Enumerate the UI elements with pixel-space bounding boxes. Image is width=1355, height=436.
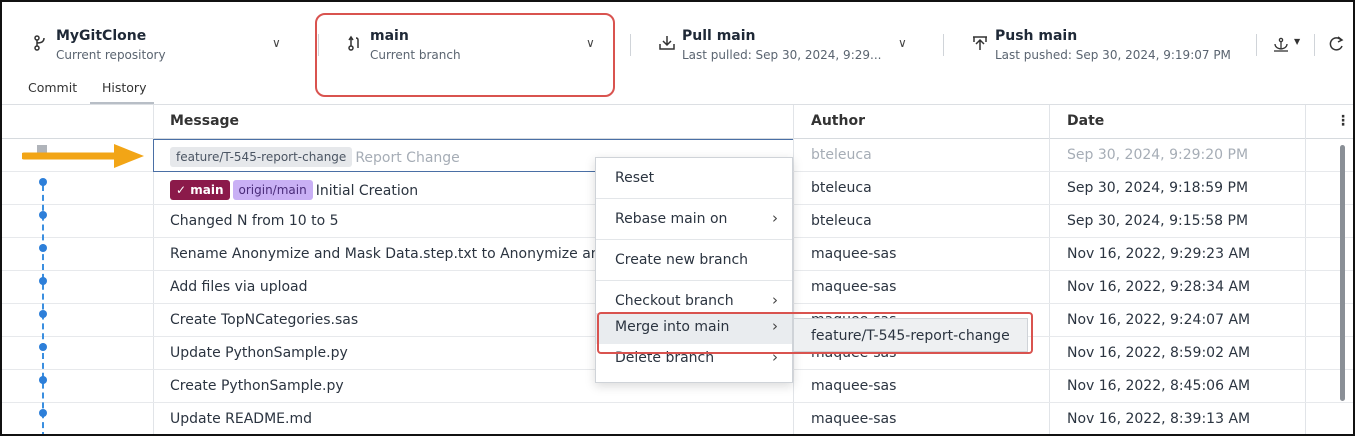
commit-author: bteleuca bbox=[811, 180, 872, 196]
arrow-annotation-icon bbox=[22, 144, 144, 168]
main-branch-tag: ✓ main bbox=[170, 180, 230, 200]
commit-message: Create PythonSample.py bbox=[170, 378, 344, 394]
tab-history[interactable]: History bbox=[102, 80, 146, 95]
commit-author: maquee-sas bbox=[811, 279, 897, 295]
graph-node bbox=[39, 376, 47, 384]
commit-author: bteleuca bbox=[811, 213, 872, 229]
commit-message: Update README.md bbox=[170, 411, 312, 427]
chevron-right-icon: › bbox=[772, 209, 778, 227]
menu-item-reset[interactable]: Reset bbox=[596, 158, 792, 198]
commit-message: Create TopNCategories.sas bbox=[170, 312, 359, 328]
commit-message: Rename Anonymize and Mask Data.step.txt … bbox=[170, 246, 600, 262]
vertical-scrollbar[interactable] bbox=[1340, 145, 1345, 401]
app-frame: MyGitClone Current repository ∨ main Cur… bbox=[0, 0, 1355, 436]
commit-message: Add files via upload bbox=[170, 279, 308, 295]
push-icon bbox=[973, 36, 987, 50]
pull-icon bbox=[659, 36, 675, 50]
commit-date: Nov 16, 2022, 8:59:02 AM bbox=[1067, 345, 1251, 361]
menu-item-create-branch[interactable]: Create new branch bbox=[596, 240, 792, 280]
menu-item-rebase[interactable]: Rebase main on › bbox=[596, 199, 792, 239]
chevron-down-icon[interactable]: ∨ bbox=[898, 36, 907, 50]
graph-node bbox=[39, 310, 47, 318]
commit-message: Update PythonSample.py bbox=[170, 345, 348, 361]
commit-date: Sep 30, 2024, 9:15:58 PM bbox=[1067, 213, 1249, 229]
graph-node bbox=[39, 211, 47, 219]
origin-branch-tag: origin/main bbox=[232, 180, 313, 200]
header-author[interactable]: Author bbox=[811, 113, 865, 129]
commit-date: Sep 30, 2024, 9:18:59 PM bbox=[1067, 180, 1249, 196]
commit-date: Nov 16, 2022, 9:29:23 AM bbox=[1067, 246, 1251, 262]
commit-author: bteleuca bbox=[811, 147, 872, 163]
git-options-button[interactable]: ▼ bbox=[1270, 35, 1304, 55]
commit-message: Changed N from 10 to 5 bbox=[170, 213, 339, 229]
merge-highlight-box bbox=[597, 312, 1033, 354]
divider bbox=[1256, 34, 1257, 56]
commit-message: ✓ main origin/main Initial Creation bbox=[170, 180, 600, 200]
repo-branch-icon bbox=[34, 35, 45, 51]
commit-message-text: Initial Creation bbox=[315, 183, 419, 199]
pull-status: Last pulled: Sep 30, 2024, 9:29... bbox=[682, 48, 882, 62]
commit-date: Nov 16, 2022, 8:39:13 AM bbox=[1067, 411, 1251, 427]
pull-title: Pull main bbox=[682, 28, 756, 44]
caret-down-icon: ▼ bbox=[1294, 37, 1301, 46]
commit-author: maquee-sas bbox=[811, 378, 897, 394]
pull-button[interactable]: Pull main Last pulled: Sep 30, 2024, 9:2… bbox=[658, 24, 913, 68]
check-icon: ✓ bbox=[176, 183, 187, 197]
menu-item-label: Checkout branch bbox=[615, 293, 734, 309]
column-options-icon[interactable]: ⋮ bbox=[1336, 113, 1350, 129]
divider bbox=[943, 34, 944, 56]
push-title: Push main bbox=[995, 28, 1078, 44]
commit-date: Nov 16, 2022, 9:24:07 AM bbox=[1067, 312, 1251, 328]
repository-selector[interactable]: MyGitClone Current repository ∨ bbox=[32, 24, 292, 68]
repository-label: Current repository bbox=[56, 48, 166, 62]
commit-date: Nov 16, 2022, 8:45:06 AM bbox=[1067, 378, 1251, 394]
branch-highlight-box bbox=[315, 13, 615, 97]
table-row[interactable]: Update README.md maquee-sas Nov 16, 2022… bbox=[2, 403, 1353, 434]
graph-node bbox=[39, 343, 47, 351]
menu-item-label: Reset bbox=[615, 170, 655, 186]
chevron-right-icon: › bbox=[772, 291, 778, 309]
push-status: Last pushed: Sep 30, 2024, 9:19:07 PM bbox=[995, 48, 1231, 62]
tab-commit[interactable]: Commit bbox=[28, 80, 77, 95]
graph-node bbox=[39, 409, 47, 417]
commit-author: maquee-sas bbox=[811, 411, 897, 427]
toolbar: MyGitClone Current repository ∨ main Cur… bbox=[2, 2, 1353, 97]
divider bbox=[1314, 34, 1315, 56]
graph-node bbox=[39, 277, 47, 285]
refresh-icon[interactable] bbox=[1327, 35, 1345, 53]
graph-node bbox=[39, 244, 47, 252]
header-message[interactable]: Message bbox=[170, 113, 239, 129]
menu-item-label: Rebase main on bbox=[615, 211, 728, 227]
repository-name: MyGitClone bbox=[56, 28, 147, 44]
commit-date: Sep 30, 2024, 9:29:20 PM bbox=[1067, 147, 1249, 163]
chevron-down-icon: ∨ bbox=[272, 36, 281, 50]
table-header: Message Author Date bbox=[2, 105, 1353, 139]
commit-date: Nov 16, 2022, 9:28:34 AM bbox=[1067, 279, 1251, 295]
fork-options-icon bbox=[1274, 37, 1288, 52]
divider bbox=[630, 34, 631, 56]
commit-author: maquee-sas bbox=[811, 246, 897, 262]
menu-item-label: Create new branch bbox=[615, 252, 749, 268]
push-button[interactable]: Push main Last pushed: Sep 30, 2024, 9:1… bbox=[971, 24, 1251, 68]
header-date[interactable]: Date bbox=[1067, 113, 1104, 129]
graph-node bbox=[39, 178, 47, 186]
